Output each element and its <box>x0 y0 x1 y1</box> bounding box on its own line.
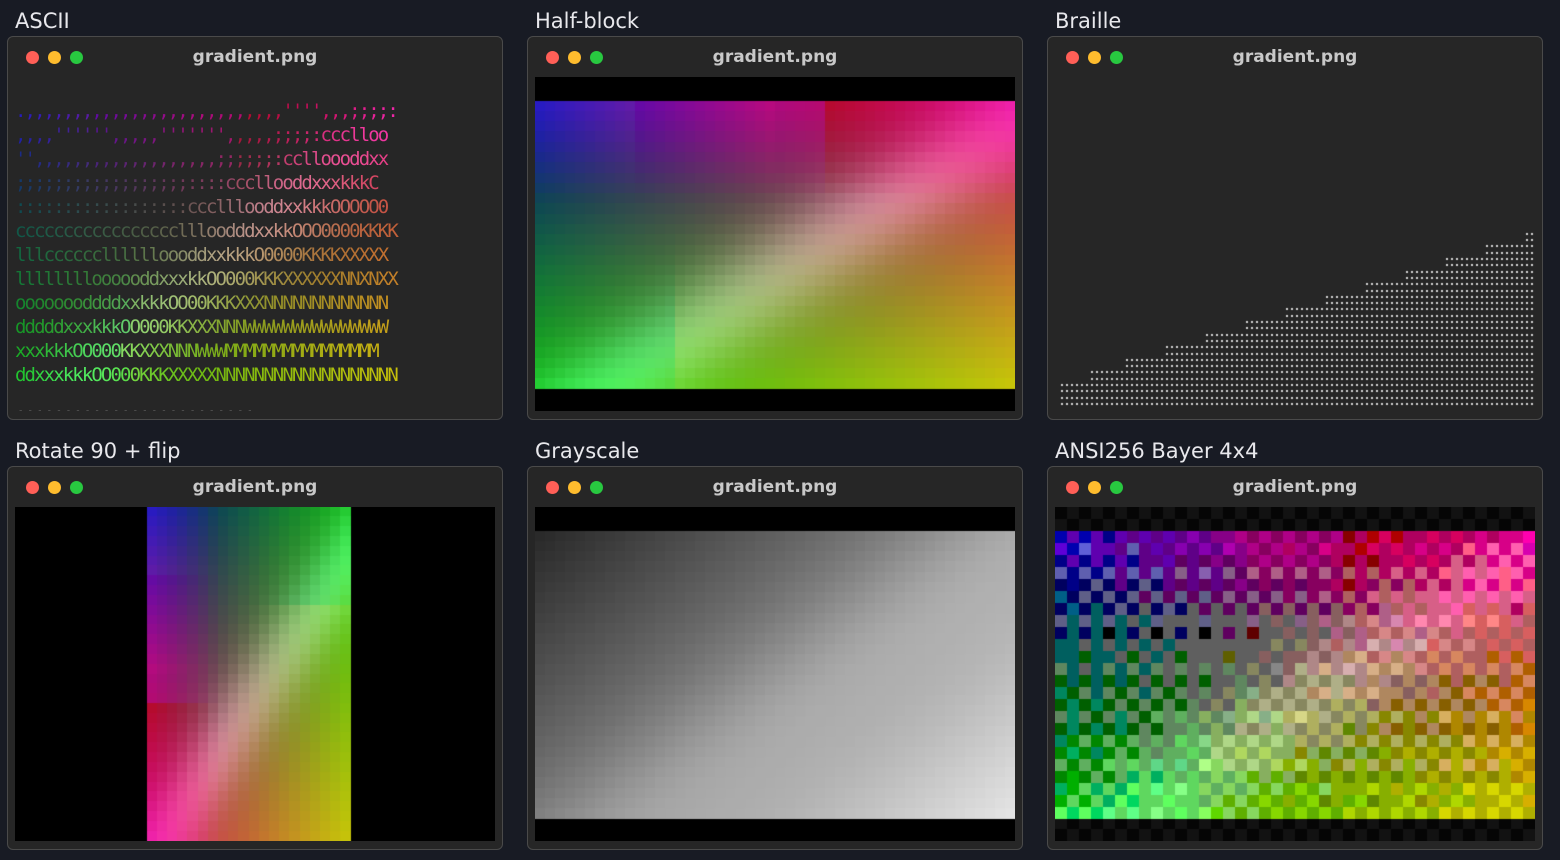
rotate-render <box>15 507 495 841</box>
ascii-row: lllcccccclllllloooddxxkkkO0000KKKKXXXXX <box>15 244 389 266</box>
window-title: gradient.png <box>192 477 318 497</box>
halfblock-render <box>535 77 1015 411</box>
ascii-row: ::::::::::::::::::ccclllooddxxkkkOOOOO0 <box>15 196 389 218</box>
terminal-window[interactable]: gradient.png <box>7 466 503 850</box>
braille-image <box>1055 77 1535 411</box>
ascii-row: ;;;;;;;;;;;;;;;;;;::::cccllooddxxxkkkC <box>15 172 380 194</box>
panel-label: Rotate 90 + flip <box>15 439 181 463</box>
ascii-row: '',,,,,,,,,,,,,,,,,,,;;;;;;:cclloooddxx <box>15 148 389 170</box>
dithered-image <box>1055 507 1535 841</box>
ascii-row: xxxkkkOO000KKXXXNNNWWWMMMMMMMMMMMMMMMM <box>15 340 380 362</box>
ascii-row: ......................... <box>15 396 255 411</box>
panel-label: Braille <box>1055 9 1122 33</box>
terminal-window[interactable]: gradient.png .,,,,,,,,,,,,,,,,,,,,,,,,,,… <box>7 36 503 420</box>
ascii-row: lllllllloooooddxxxkkOO000KKKXXXXXXNNXNXX <box>15 268 399 290</box>
grayscale-image <box>535 507 1015 841</box>
window-title: gradient.png <box>1232 47 1358 67</box>
ascii-render: .,,,,,,,,,,,,,,,,,,,,,,,,,,,'''',,,;;;;:… <box>15 77 495 411</box>
window-title: gradient.png <box>712 47 838 67</box>
window-title: gradient.png <box>1232 477 1358 497</box>
ascii-row: dddddxxxkkkOO000KKXXXNNNWWWWWWWWWWWWWWW <box>15 316 389 338</box>
panel-label: Grayscale <box>535 439 640 463</box>
ascii-row: .,,,,,,,,,,,,,,,,,,,,,,,,,,,'''',,,;;;;: <box>15 100 399 122</box>
ascii-row: ddxxxkkkOO000KKKXXXXXNNNNNNNNNNNNNNNNNNN <box>15 364 399 386</box>
rotated-image <box>15 507 495 841</box>
window-titlebar[interactable]: gradient.png <box>1048 37 1542 75</box>
window-titlebar[interactable]: gradient.png <box>8 37 502 75</box>
window-titlebar[interactable]: gradient.png <box>528 467 1022 505</box>
panel-label: ANSI256 Bayer 4x4 <box>1055 439 1259 463</box>
terminal-window[interactable]: gradient.png <box>527 466 1023 850</box>
terminal-window[interactable]: gradient.png <box>527 36 1023 420</box>
terminal-window[interactable]: gradient.png <box>1047 466 1543 850</box>
window-title: gradient.png <box>192 47 318 67</box>
window-titlebar[interactable]: gradient.png <box>1048 467 1542 505</box>
ascii-row: ,,,,'''''',,,,,''''''',,,,,;;;;:ccclloo <box>15 124 389 146</box>
bayer-render <box>1055 507 1535 841</box>
ascii-row: oooooooddddxxkkkOO00KKKXXXNNNNNNNNNNNNN <box>15 292 389 314</box>
window-titlebar[interactable]: gradient.png <box>8 467 502 505</box>
braille-render <box>1055 77 1535 411</box>
halfblock-image <box>535 77 1015 411</box>
terminal-window[interactable]: gradient.png <box>1047 36 1543 420</box>
grayscale-render <box>535 507 1015 841</box>
panel-label: ASCII <box>15 9 70 33</box>
ascii-row: cccccccccccccccccllloodddxxkkOOO0000KKKK <box>15 220 399 242</box>
panel-label: Half-block <box>535 9 640 33</box>
window-titlebar[interactable]: gradient.png <box>528 37 1022 75</box>
window-title: gradient.png <box>712 477 838 497</box>
